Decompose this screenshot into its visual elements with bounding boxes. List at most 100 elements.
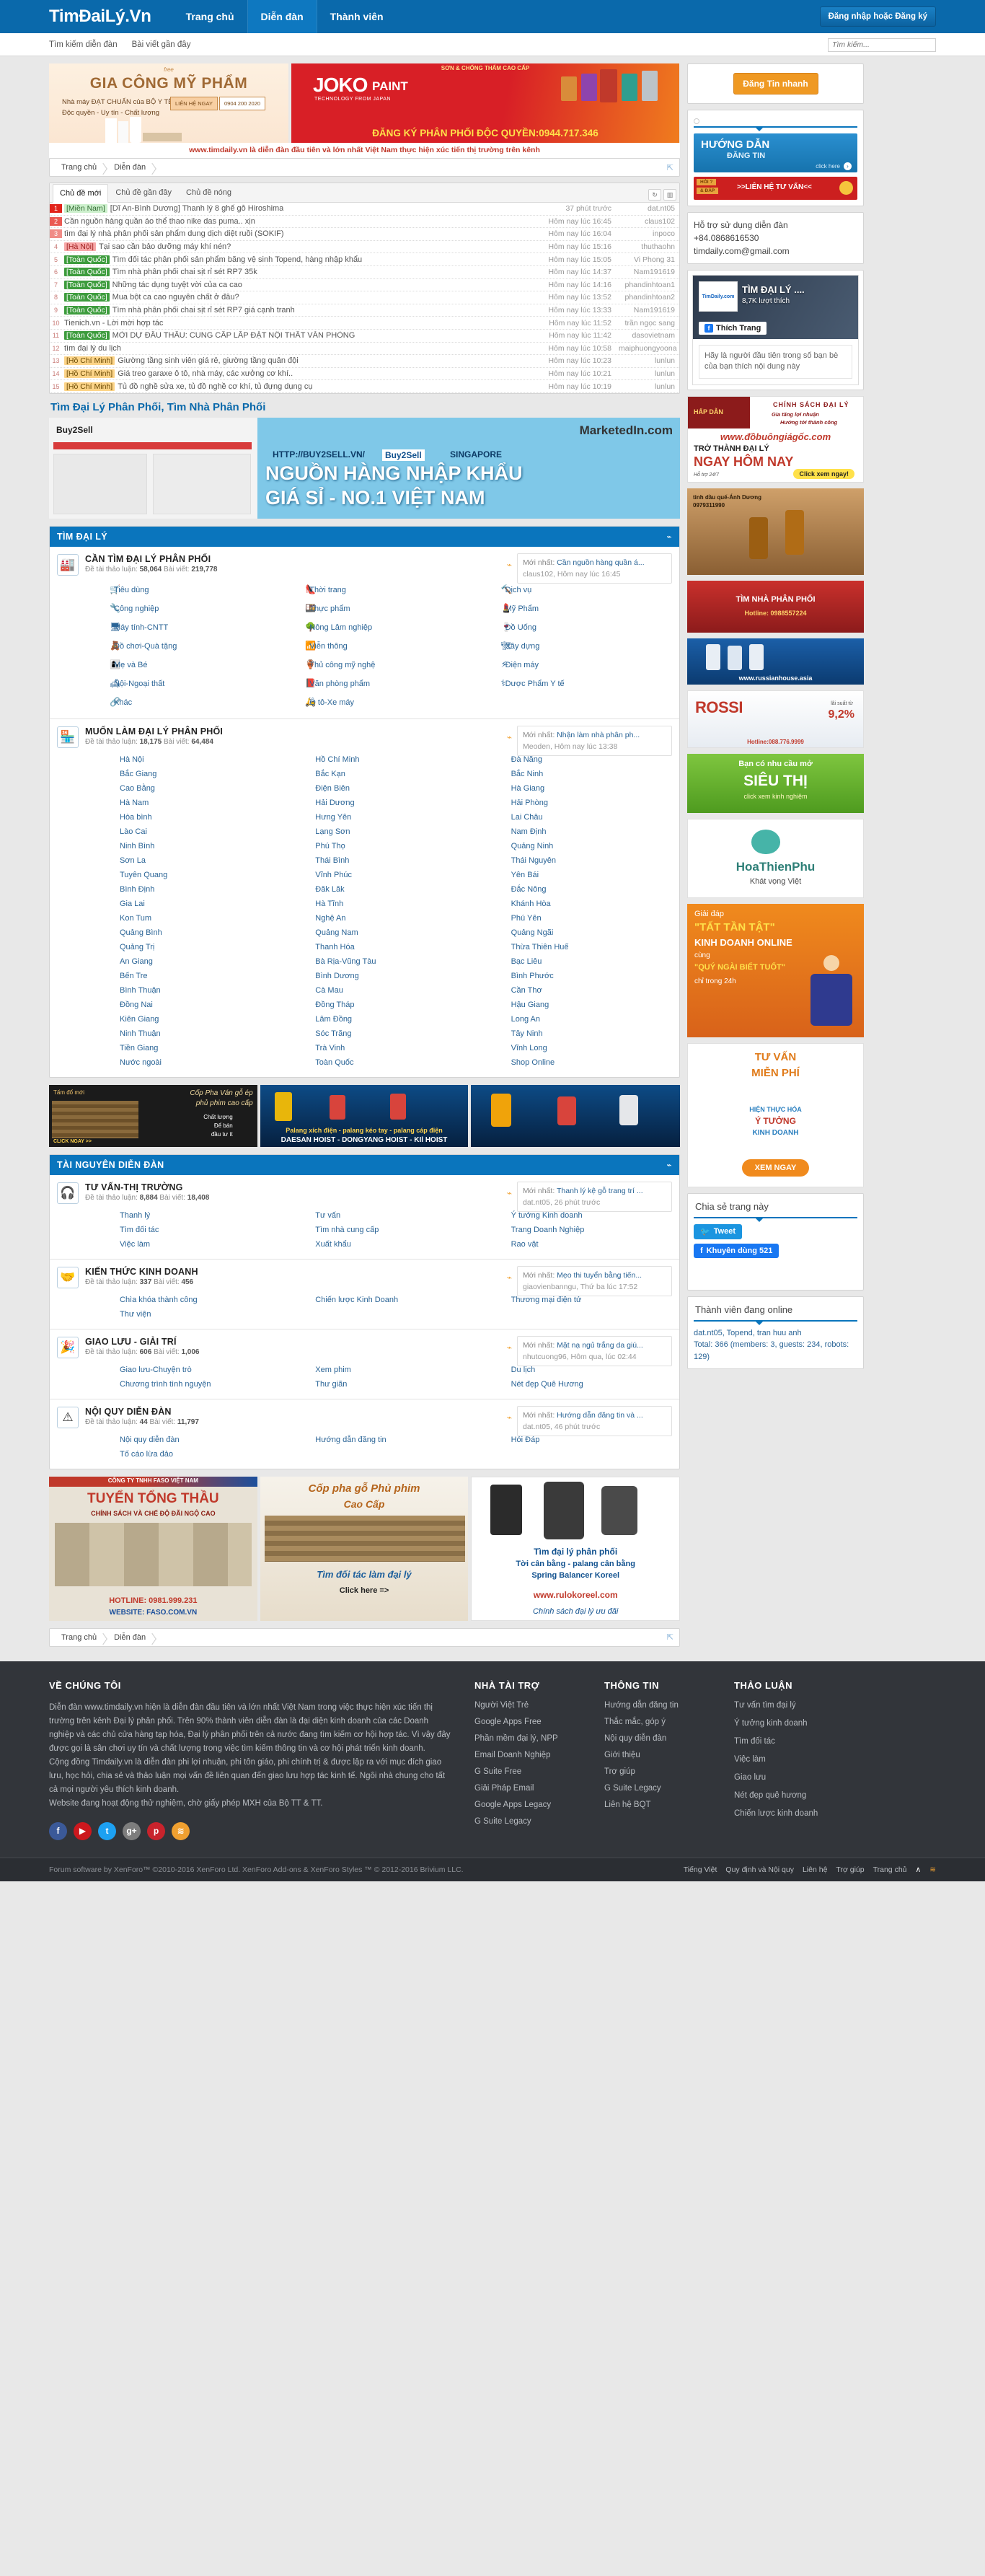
- subforum-link[interactable]: Shop Online: [477, 1055, 672, 1070]
- rss-icon-b[interactable]: ⌁: [666, 1160, 672, 1170]
- latest-thread-link[interactable]: Thanh lý kệ gỗ trang trí ...: [557, 1187, 643, 1195]
- ticker-row[interactable]: 9 [Toàn Quốc] Tìm nhà phân phối chai sịt r…: [50, 304, 679, 317]
- subforum-link[interactable]: Xem phim: [281, 1363, 476, 1377]
- subforum-link[interactable]: Nước ngoài: [85, 1055, 281, 1070]
- nav-item-forum[interactable]: Diễn đàn: [247, 0, 317, 33]
- subforum-link[interactable]: Thừa Thiên Huế: [477, 940, 672, 954]
- subforum-link[interactable]: Nội quy diễn đàn: [85, 1433, 281, 1447]
- subforum-link[interactable]: Hà Nam: [85, 796, 281, 810]
- rss-icon[interactable]: ≋: [929, 1865, 936, 1874]
- subforum-link[interactable]: Nam Định: [477, 825, 672, 839]
- footer-link[interactable]: G Suite Legacy: [474, 1817, 583, 1826]
- ticker-user[interactable]: trần ngọc sang: [619, 319, 675, 328]
- ticker-title[interactable]: Mua bột ca cao nguyên chất ở đâu?: [112, 293, 239, 302]
- latest-thread-link[interactable]: Hướng dẫn đăng tin và ...: [557, 1411, 643, 1420]
- footer-link[interactable]: Giải Pháp Email: [474, 1784, 583, 1793]
- subforum-link[interactable]: Lào Cai: [85, 825, 281, 839]
- forum-node-title[interactable]: NỘI QUY DIỄN ĐÀN: [85, 1407, 172, 1417]
- subforum-link[interactable]: Kon Tum: [85, 911, 281, 926]
- subforum-link[interactable]: Long An: [477, 1012, 672, 1027]
- ad-koreel[interactable]: Tìm đại lý phân phối Tời cân bằng - pala…: [471, 1476, 681, 1621]
- site-logo[interactable]: TimĐaiLý.Vn: [49, 0, 173, 33]
- rss-icon-small[interactable]: ⌁: [507, 1342, 512, 1353]
- ad-faso[interactable]: CÔNG TY TNHH FASO VIỆT NAM TUYỂN TỔNG TH…: [49, 1476, 257, 1621]
- footer-link[interactable]: Giao lưu: [734, 1773, 842, 1782]
- pinterest-icon[interactable]: p: [147, 1821, 165, 1840]
- ticker-title[interactable]: tìm đại lý du lịch: [64, 344, 121, 353]
- subforum-link[interactable]: Hòa bình: [85, 810, 281, 825]
- subforum-link[interactable]: Hậu Giang: [477, 998, 672, 1012]
- ticker-user[interactable]: inpoco: [619, 229, 675, 238]
- ad-buy2sell[interactable]: Buy2Sell MarketedIn.com HTTP://BUY2SELL.…: [49, 417, 680, 519]
- facebook-recommend-button[interactable]: f Khuyên dùng 521: [694, 1243, 779, 1258]
- subforum-link[interactable]: Khánh Hòa: [477, 897, 672, 911]
- subforum-link[interactable]: Bắc Giang: [85, 767, 281, 781]
- tab-recent-threads[interactable]: Chủ đề gần đây: [108, 183, 179, 202]
- subforum-link[interactable]: Lạng Sơn: [281, 825, 476, 839]
- ticker-title[interactable]: Giá treo garaxe ô tô, nhà máy, các xưởng…: [118, 369, 293, 378]
- ad-click[interactable]: CLICK NGAY >>: [53, 1139, 92, 1144]
- ticker-user[interactable]: lunlun: [619, 382, 675, 391]
- subforum-link[interactable]: Quảng Bình: [85, 926, 281, 940]
- subforum-link[interactable]: Xuất khẩu: [281, 1237, 476, 1252]
- facebook-like-button[interactable]: f Thích Trang: [699, 322, 767, 335]
- ad-copha-1[interactable]: Tấm đổ mới Cốp Pha Ván gỗ ép phủ phim ca…: [49, 1084, 257, 1147]
- latest-thread-link[interactable]: Mẹo thi tuyển bằng tiến...: [557, 1271, 642, 1280]
- forum-node-title[interactable]: TƯ VẤN-THỊ TRƯỜNG: [85, 1182, 183, 1192]
- subforum-link[interactable]: Hà Tĩnh: [281, 897, 476, 911]
- forum-node-title[interactable]: MUỐN LÀM ĐẠI LÝ PHÂN PHỐI: [85, 726, 223, 737]
- ad-tim-nha-phan-phoi[interactable]: TÌM NHÀ PHÂN PHỐI Hotline: 0988557224: [687, 580, 864, 633]
- footer-link[interactable]: Nét đẹp quê hương: [734, 1791, 842, 1800]
- ticker-row[interactable]: 1 [Miền Nam] [Dĩ An-Bình Dương] Thanh lý 8…: [50, 203, 679, 216]
- subforum-link[interactable]: 👩‍👦Mẹ và Bé: [85, 655, 281, 674]
- subforum-link[interactable]: Nghệ An: [281, 911, 476, 926]
- subforum-link[interactable]: Ninh Thuận: [85, 1027, 281, 1041]
- ticker-row[interactable]: 3 tìm đại lý nhà phân phối sản phẩm dung …: [50, 228, 679, 241]
- ad-sieu-thi[interactable]: Bạn có nhu cầu mở SIÊU THỊ click xem kin…: [687, 753, 864, 813]
- ad-copha-2[interactable]: Cốp pha gỗ Phủ phim Cao Cấp Tìm đối tác …: [260, 1476, 469, 1621]
- ticker-row[interactable]: 4 [Hà Nội] Tại sao cần bảo dưỡng máy khí n…: [50, 241, 679, 254]
- subforum-link[interactable]: Thư giãn: [281, 1377, 476, 1392]
- ticker-title[interactable]: Tìm nhà phân phối chai sịt rỉ sét RP7 gi…: [112, 306, 295, 315]
- subnav-search-forum[interactable]: Tìm kiếm diễn đàn: [49, 40, 118, 49]
- ticker-title[interactable]: Tìm nhà phân phối chai sịt rỉ sét RP7 35…: [112, 268, 257, 276]
- footer-link[interactable]: Liên hệ BQT: [604, 1801, 712, 1809]
- subforum-link[interactable]: 🏺Thủ công mỹ nghệ: [281, 655, 476, 674]
- ticker-row[interactable]: 5 [Toàn Quốc] Tìm đối tác phân phối sản ph…: [50, 253, 679, 266]
- subforum-link[interactable]: Cần Thơ: [477, 983, 672, 998]
- subforum-link[interactable]: Lai Châu: [477, 810, 672, 825]
- subforum-link[interactable]: Đăk Lăk: [281, 882, 476, 897]
- tweet-button[interactable]: 🐦 Tweet: [694, 1223, 743, 1239]
- ad-hoa-thien-phu[interactable]: HoaThienPhu Khát vọng Việt: [687, 818, 864, 898]
- subforum-link[interactable]: Rao vặt: [477, 1237, 672, 1252]
- latest-thread-link[interactable]: Cần nguồn hàng quần á...: [557, 558, 644, 567]
- subforum-link[interactable]: 💄Mỹ Phẩm: [477, 599, 672, 617]
- tab-new-threads[interactable]: Chủ đề mới: [53, 184, 109, 203]
- subforum-link[interactable]: Cao Bằng: [85, 781, 281, 796]
- subforum-link[interactable]: Chiến lược Kinh Doanh: [281, 1293, 476, 1307]
- subforum-link[interactable]: Thư viện: [85, 1307, 281, 1322]
- footer-link[interactable]: Phần mềm đại lý, NPP: [474, 1734, 583, 1743]
- forum-node-title[interactable]: GIAO LƯU - GIẢI TRÍ: [85, 1337, 177, 1347]
- footer-bottom-link[interactable]: Trợ giúp: [836, 1865, 864, 1874]
- ticker-row[interactable]: 10 Tienich.vn - Lời mời hợp tác Hôm nay lú…: [50, 317, 679, 330]
- subforum-link[interactable]: Bạc Liêu: [477, 954, 672, 969]
- footer-link[interactable]: Việc làm: [734, 1755, 842, 1764]
- subforum-link[interactable]: Yên Bái: [477, 868, 672, 882]
- subforum-link[interactable]: 🛒Tiêu dùng: [85, 580, 281, 599]
- online-users[interactable]: dat.nt05, Topend, tran huu anh: [694, 1327, 857, 1340]
- subforum-link[interactable]: Hướng dẫn đăng tin: [281, 1433, 476, 1447]
- ad-l3[interactable]: click xem kinh nghiệm: [687, 793, 864, 800]
- subforum-link[interactable]: Giao lưu-Chuyện trò: [85, 1363, 281, 1377]
- nav-item-home[interactable]: Trang chủ: [173, 0, 247, 33]
- subforum-link[interactable]: Hà Nội: [85, 752, 281, 767]
- rss-icon-small[interactable]: ⌁: [507, 1188, 512, 1198]
- ad-palang[interactable]: Palang xích điện - palang kéo tay - pala…: [260, 1084, 469, 1147]
- ticker-user[interactable]: claus102: [619, 217, 675, 226]
- ad-tu-van-mien-phi[interactable]: TƯ VẤN MIỄN PHÍ HIỆN THỰC HÓA Ý TƯỞNG KI…: [687, 1042, 864, 1187]
- subforum-link[interactable]: Vĩnh Phúc: [281, 868, 476, 882]
- footer-link[interactable]: Thắc mắc, góp ý: [604, 1718, 712, 1726]
- google-plus-icon[interactable]: g+: [123, 1821, 141, 1840]
- subforum-link[interactable]: Bình Phước: [477, 969, 672, 983]
- breadcrumb-bottom-home[interactable]: Trang chủ: [56, 1633, 108, 1642]
